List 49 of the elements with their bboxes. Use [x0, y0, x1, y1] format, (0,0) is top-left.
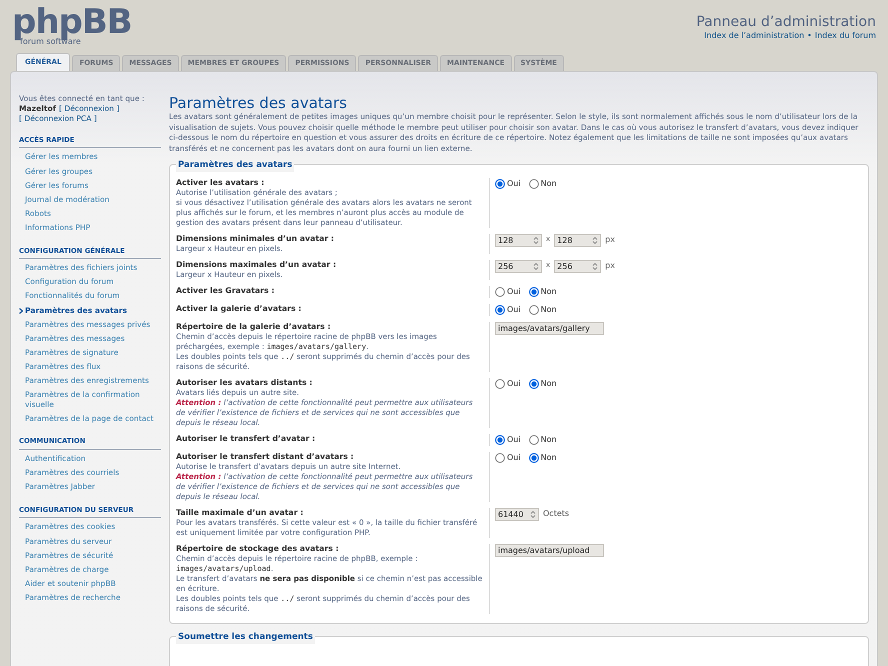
radio-label[interactable]: Oui	[507, 378, 521, 390]
radio-button[interactable]	[528, 453, 539, 463]
header-link[interactable]: Index du forum	[814, 30, 876, 42]
radio-label[interactable]: Non	[540, 304, 557, 316]
logo: phpBB	[12, 6, 132, 38]
radio-button[interactable]	[528, 435, 539, 445]
radio-label[interactable]: Oui	[507, 304, 521, 316]
radio-label[interactable]: Non	[540, 378, 557, 390]
radio-label[interactable]: Oui	[507, 434, 521, 446]
radio-button[interactable]	[495, 379, 505, 389]
text-field[interactable]: images/avatars/gallery	[495, 322, 604, 335]
spinner-icon[interactable]	[530, 510, 536, 519]
radio-label[interactable]: Non	[540, 286, 557, 298]
fieldset-legend: Paramètres des avatars	[176, 159, 294, 172]
spinner-icon[interactable]	[533, 236, 539, 245]
unit-label: Octets	[543, 508, 570, 520]
number-field[interactable]: 128	[495, 234, 542, 247]
number-field[interactable]: 256	[495, 260, 542, 273]
radio-button[interactable]	[495, 305, 505, 315]
number-field[interactable]: 128	[554, 234, 602, 247]
text-field[interactable]: images/avatars/upload	[495, 544, 604, 557]
header-link[interactable]: Index de l’administration	[704, 30, 804, 42]
unit-label: px	[605, 260, 615, 272]
radio-label[interactable]: Oui	[507, 286, 521, 298]
radio-button[interactable]	[528, 379, 539, 389]
radio-label[interactable]: Non	[540, 178, 557, 190]
radio-button[interactable]	[495, 287, 505, 297]
radio-button[interactable]	[495, 435, 505, 445]
spinner-icon[interactable]	[592, 236, 598, 245]
unit-label: px	[605, 234, 615, 246]
panel-title: Panneau d’administration	[696, 14, 876, 30]
radio-label[interactable]: Oui	[507, 452, 521, 464]
logo-tagline: forum software	[20, 38, 81, 46]
radio-label[interactable]: Non	[540, 434, 557, 446]
radio-button[interactable]	[528, 305, 539, 315]
spinner-icon[interactable]	[592, 262, 598, 271]
radio-button[interactable]	[495, 453, 505, 463]
radio-button[interactable]	[528, 287, 539, 297]
link-separator: •	[807, 30, 812, 42]
radio-label[interactable]: Oui	[507, 178, 521, 190]
fieldset-legend: Soumettre les changements	[176, 631, 315, 644]
page-title: Paramètres des avatars	[169, 94, 348, 112]
radio-button[interactable]	[528, 179, 539, 189]
radio-button[interactable]	[495, 179, 505, 189]
spinner-icon[interactable]	[533, 262, 539, 271]
radio-label[interactable]: Non	[540, 452, 557, 464]
chevron-icon	[19, 308, 23, 314]
number-field[interactable]: 61440	[495, 508, 539, 521]
number-field[interactable]: 256	[554, 260, 602, 273]
